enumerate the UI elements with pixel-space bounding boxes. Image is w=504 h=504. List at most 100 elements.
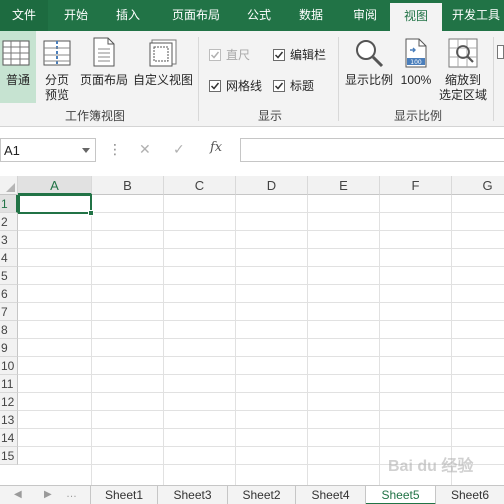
gridline [18, 356, 504, 357]
zoom-to-selection-label-1: 缩放到 [444, 73, 481, 87]
row-header[interactable]: 4 [0, 249, 18, 267]
gridline [18, 410, 504, 411]
sheet-tab[interactable]: Sheet2 [228, 486, 296, 504]
sheet-tab[interactable]: Sheet6 [436, 486, 504, 504]
zoom-group-label: 显示比例 [393, 109, 442, 123]
formula-bar-checkbox-box[interactable] [273, 49, 285, 61]
row-header[interactable]: 8 [0, 321, 18, 339]
row-header[interactable]: 11 [0, 375, 18, 393]
page-break-preview-button[interactable]: 分页 预览 [38, 31, 76, 103]
normal-view-icon [2, 40, 30, 66]
gridline [163, 195, 164, 485]
page-break-preview-icon [43, 40, 71, 66]
scroll-left-icon[interactable]: ◀ [14, 489, 22, 500]
ruler-label: 直尺 [226, 48, 251, 62]
more-sheets-icon[interactable]: … [66, 488, 77, 500]
page-layout-view-button[interactable]: 页面布局 [78, 31, 130, 103]
custom-views-label: 自定义视图 [132, 73, 193, 87]
tab-data[interactable]: 数据 [290, 0, 332, 31]
row-header[interactable]: 9 [0, 339, 18, 357]
row-header[interactable]: 7 [0, 303, 18, 321]
zoom-100-button[interactable]: 100 100% [397, 31, 435, 103]
ruler-checkbox: 直尺 [209, 47, 269, 63]
page-break-preview-label-2: 预览 [44, 88, 69, 102]
row-header[interactable]: 15 [0, 447, 18, 465]
zoom-button[interactable]: 显示比例 [342, 31, 396, 103]
row-header[interactable]: 2 [0, 213, 18, 231]
column-header[interactable]: F [380, 176, 452, 195]
name-box[interactable]: A1 [0, 138, 96, 162]
tab-page-layout[interactable]: 页面布局 [160, 0, 232, 31]
tab-file[interactable]: 文件 [0, 0, 48, 31]
sheet-tab-active[interactable]: Sheet5 [366, 486, 436, 504]
group-separator [338, 37, 339, 121]
row-header[interactable]: 13 [0, 411, 18, 429]
gridlines-label: 网格线 [226, 79, 263, 93]
formula-input[interactable] [240, 138, 504, 162]
select-all-button[interactable] [0, 176, 18, 195]
sheet-tab[interactable]: Sheet1 [90, 486, 158, 504]
insert-function-button[interactable]: fx [210, 140, 222, 155]
watermark: Bai du 经验 [388, 458, 474, 475]
page-layout-label: 页面布局 [79, 73, 128, 87]
selected-cell-a1[interactable] [18, 194, 92, 214]
tab-developer[interactable]: 开发工具 [452, 0, 504, 31]
row-header[interactable]: 5 [0, 267, 18, 285]
row-header[interactable]: 1 [0, 195, 18, 213]
gridline [18, 230, 504, 231]
more-options-icon[interactable]: ⋮ [108, 141, 122, 158]
column-header[interactable]: A [18, 176, 92, 195]
column-header[interactable]: C [164, 176, 236, 195]
tab-home[interactable]: 开始 [52, 0, 100, 31]
gridlines-checkbox-box[interactable] [209, 80, 221, 92]
gridline [18, 392, 504, 393]
tab-review[interactable]: 审阅 [342, 0, 388, 31]
gridlines-checkbox[interactable]: 网格线 [209, 78, 269, 94]
column-header[interactable]: G [452, 176, 504, 195]
column-header[interactable]: D [236, 176, 308, 195]
row-header[interactable]: 3 [0, 231, 18, 249]
chevron-down-icon[interactable] [82, 148, 90, 153]
gridline [18, 320, 504, 321]
column-header[interactable]: E [308, 176, 380, 195]
page-layout-icon [93, 37, 115, 67]
cancel-icon[interactable]: ✕ [139, 141, 151, 158]
gridline [307, 195, 308, 485]
sheet-tab[interactable]: Sheet4 [296, 486, 366, 504]
headings-checkbox[interactable]: 标题 [273, 78, 333, 94]
custom-views-button[interactable]: 自定义视图 [132, 31, 194, 103]
sheet-tab[interactable]: Sheet3 [158, 486, 228, 504]
tab-insert[interactable]: 插入 [104, 0, 152, 31]
formula-bar-checkbox[interactable]: 编辑栏 [273, 47, 333, 63]
row-header[interactable]: 10 [0, 357, 18, 375]
tab-formulas[interactable]: 公式 [238, 0, 280, 31]
gridline [91, 195, 92, 485]
row-header[interactable]: 12 [0, 393, 18, 411]
formula-bar: A1 ⋮ ✕ ✓ fx [0, 127, 504, 176]
name-box-value: A1 [4, 143, 20, 158]
checkmark-icon [274, 82, 284, 90]
zoom-100-icon-text: 100 [410, 59, 422, 66]
gridline [18, 374, 504, 375]
new-window-icon[interactable] [497, 45, 504, 59]
checkmark-icon [274, 51, 284, 59]
column-header[interactable]: B [92, 176, 164, 195]
normal-view-label: 普通 [5, 73, 30, 87]
zoom-to-selection-label-2: 选定区域 [438, 88, 487, 102]
formula-bar-label: 编辑栏 [290, 48, 327, 62]
row-header[interactable]: 14 [0, 429, 18, 447]
gridline [18, 284, 504, 285]
sheet-tab-bar: ◀ ▶ … Sheet1 Sheet3 Sheet2 Sheet4 Sheet5… [0, 485, 504, 504]
headings-checkbox-box[interactable] [273, 80, 285, 92]
enter-icon[interactable]: ✓ [173, 141, 185, 158]
fill-handle[interactable] [88, 210, 94, 216]
tab-view[interactable]: 视图 [390, 3, 442, 31]
scroll-right-icon[interactable]: ▶ [44, 489, 52, 500]
checkmark-icon [210, 82, 220, 90]
spreadsheet-grid[interactable]: A B C D E F G 1 2 3 4 5 6 7 8 9 10 11 12… [0, 176, 504, 485]
zoom-to-selection-button[interactable]: 缩放到 选定区域 [436, 31, 490, 103]
row-header[interactable]: 6 [0, 285, 18, 303]
normal-view-button[interactable]: 普通 [0, 31, 36, 103]
gridline [235, 195, 236, 485]
select-all-icon [6, 183, 15, 192]
